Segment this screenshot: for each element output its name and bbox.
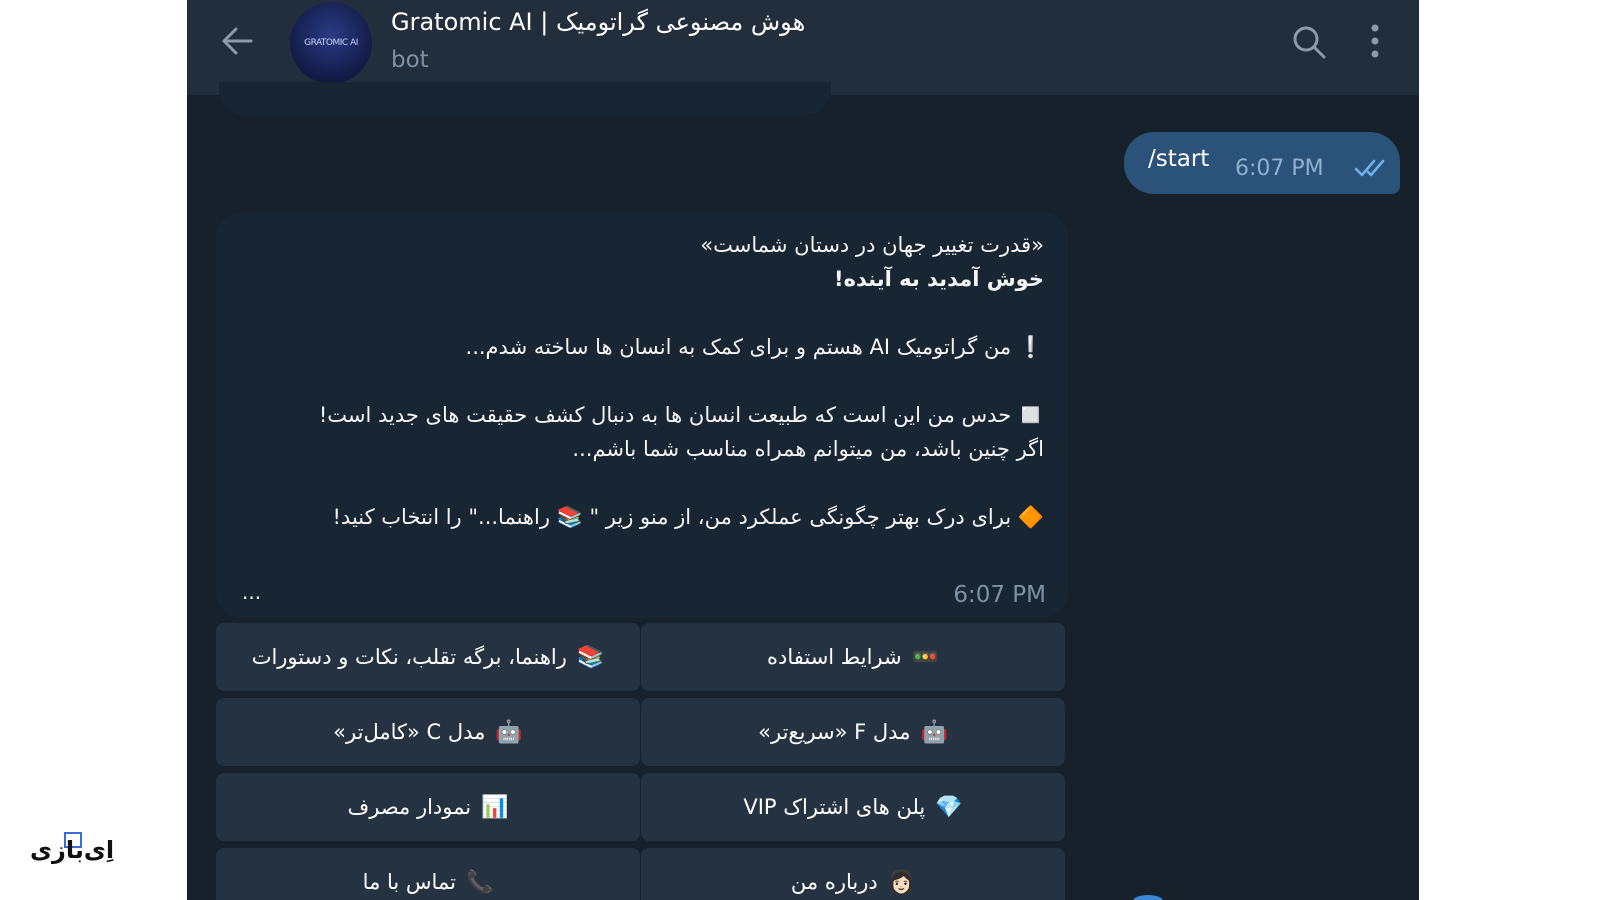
chat-title[interactable]: Gratomic AI | هوش مصنوعی گراتومیک (391, 8, 805, 36)
message-line-quote: «قدرت تغییر جهان در دستان شماست» (700, 233, 1044, 257)
keyboard-button-model-c[interactable]: 🤖 مدل C «کامل‌تر» (216, 698, 640, 766)
outgoing-message-text: /start (1148, 146, 1210, 172)
chat-subtitle: bot (391, 47, 429, 73)
bot-avatar[interactable]: GRATOMIC AI (290, 2, 372, 84)
keyboard-button-label: درباره من (790, 870, 878, 894)
double-check-icon (1354, 159, 1385, 177)
keyboard-button-label: مدل F «سریع‌تر» (758, 720, 911, 744)
watermark-text: اِی‌بازی (30, 836, 115, 864)
keyboard-button-about[interactable]: 👩🏻 درباره من (641, 848, 1065, 900)
books-icon: 📚 (576, 644, 605, 670)
diamond-icon: 💎 (935, 794, 963, 820)
message-line-guide: 🔶 برای درک بهتر چگونگی عملکرد من، از منو… (332, 505, 1045, 529)
outgoing-message-time: 6:07 PM (1235, 156, 1324, 181)
back-arrow-icon[interactable] (221, 26, 253, 56)
message-ellipsis: ... (242, 580, 262, 604)
incoming-message[interactable]: «قدرت تغییر جهان در دستان شماست» خوش آمد… (216, 212, 1068, 618)
message-line-welcome: خوش آمدید به آینده! (834, 267, 1044, 291)
keyboard-button-model-f[interactable]: 🤖 مدل F «سریع‌تر» (641, 698, 1065, 766)
keyboard-button-guide[interactable]: 📚 راهنما، برگه تقلب، نکات و دستورات (216, 623, 640, 691)
keyboard-button-vip-plans[interactable]: 💎 پلن های اشتراک VIP (641, 773, 1065, 841)
more-options-icon[interactable] (1367, 22, 1383, 60)
robot-icon: 🤖 (495, 719, 523, 745)
message-line-intro: ❕ من گراتومیک AI هستم و برای کمک به انسا… (465, 335, 1044, 359)
keyboard-button-usage-chart[interactable]: 📊 نمودار مصرف (216, 773, 640, 841)
chat-header: GRATOMIC AI Gratomic AI | هوش مصنوعی گرا… (187, 0, 1419, 95)
keyboard-button-label: پلن های اشتراک VIP (743, 795, 926, 819)
scroll-indicator (1133, 895, 1163, 900)
keyboard-button-label: شرایط استفاده (766, 645, 902, 669)
incoming-message-time: 6:07 PM (953, 582, 1046, 608)
previous-message-bubble (219, 82, 831, 114)
keyboard-button-label: مدل C «کامل‌تر» (333, 720, 486, 744)
keyboard-button-contact[interactable]: 📞 تماس با ما (216, 848, 640, 900)
keyboard-button-label: نمودار مصرف (347, 795, 472, 819)
woman-icon: 👩🏻 (887, 869, 916, 895)
avatar-logo-text: GRATOMIC AI (304, 38, 358, 48)
incoming-message-text: «قدرت تغییر جهان در دستان شماست» خوش آمد… (264, 228, 1044, 534)
phone-icon: 📞 (465, 869, 494, 895)
traffic-light-icon: 🚥 (911, 644, 940, 670)
search-icon[interactable] (1291, 24, 1327, 60)
message-line-companion: اگر چنین باشد، من میتوانم همراه مناسب شم… (572, 437, 1044, 461)
site-watermark-logo: اِی‌بازی (30, 832, 114, 874)
bar-chart-icon: 📊 (481, 794, 509, 820)
outgoing-message[interactable]: /start 6:07 PM (1124, 132, 1400, 194)
robot-icon: 🤖 (920, 719, 948, 745)
message-line-guess: ◻️ حدس من این است که طبیعت انسان ها به د… (318, 403, 1044, 427)
keyboard-button-label: تماس با ما (362, 870, 456, 894)
keyboard-button-terms[interactable]: 🚥 شرایط استفاده (641, 623, 1065, 691)
telegram-chat-window: GRATOMIC AI Gratomic AI | هوش مصنوعی گرا… (187, 0, 1419, 900)
keyboard-button-label: راهنما، برگه تقلب، نکات و دستورات (251, 645, 567, 669)
